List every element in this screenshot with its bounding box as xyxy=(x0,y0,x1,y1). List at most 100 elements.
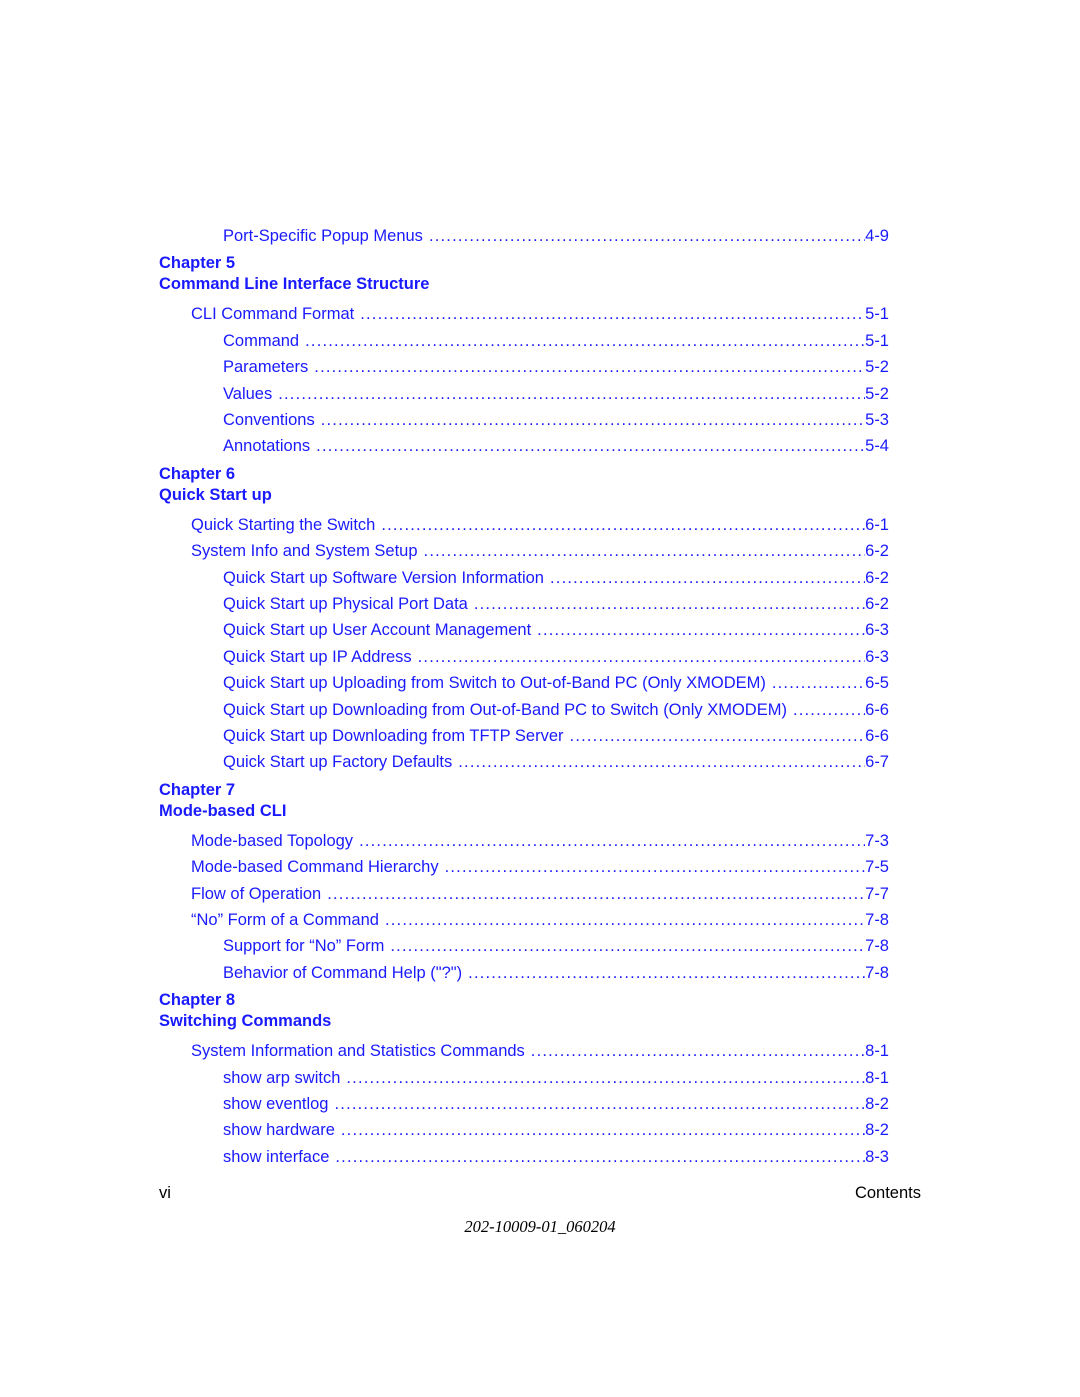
toc-entry[interactable]: Flow of Operation 7-7 xyxy=(191,883,889,905)
dot-leader xyxy=(537,619,865,641)
toc-entry-page: 5-1 xyxy=(865,331,889,350)
dot-leader xyxy=(531,1040,865,1062)
dot-leader xyxy=(321,409,865,431)
toc-entry-title: Port-Specific Popup Menus xyxy=(223,227,423,245)
toc-entry-page: 7-3 xyxy=(865,831,889,850)
chapter-label[interactable]: Chapter 7 xyxy=(159,780,235,801)
toc-entry-page: 6-3 xyxy=(865,621,889,640)
toc-entry[interactable]: System Info and System Setup 6-2 xyxy=(191,540,889,562)
toc-entry-title: Mode-based Topology xyxy=(191,831,354,850)
toc-entry[interactable]: Conventions 5-3 xyxy=(223,409,889,431)
toc-entry-page: 6-2 xyxy=(865,568,889,587)
dot-leader xyxy=(360,303,865,325)
toc-entry-title: show eventlog xyxy=(223,1095,329,1113)
chapter-heading[interactable]: Quick Start up xyxy=(159,485,272,506)
chapter-heading[interactable]: Switching Commands xyxy=(159,1011,331,1032)
dot-leader xyxy=(772,672,865,694)
toc-entry-title: Quick Starting the Switch xyxy=(191,515,376,534)
toc-entry[interactable]: Quick Start up Uploading from Switch to … xyxy=(223,672,889,694)
toc-entry-title: Quick Start up Physical Port Data xyxy=(223,595,468,613)
dot-leader xyxy=(346,1067,865,1089)
toc-entry[interactable]: Values 5-2 xyxy=(223,383,889,405)
toc-entry[interactable]: Support for “No” Form 7-8 xyxy=(223,935,889,957)
toc-entry[interactable]: show interface 8-3 xyxy=(223,1146,889,1168)
toc-entry[interactable]: Quick Starting the Switch 6-1 xyxy=(191,514,889,536)
toc-entry-page: 7-8 xyxy=(865,937,889,956)
dot-leader xyxy=(429,225,865,247)
toc-entry[interactable]: Quick Start up Downloading from Out-of-B… xyxy=(223,699,889,721)
toc-entry-title: Quick Start up Factory Defaults xyxy=(223,753,453,772)
toc-entry[interactable]: show arp switch 8-1 xyxy=(223,1067,889,1089)
toc-entry[interactable]: Port-Specific Popup Menus 4-9 xyxy=(223,225,889,247)
toc-entry-page: 7-7 xyxy=(865,884,889,903)
toc-entry-page: 7-8 xyxy=(865,911,889,929)
toc-entry-page: 8-1 xyxy=(865,1042,889,1061)
toc-entry-title: Conventions xyxy=(223,411,315,429)
toc-entry-title: Quick Start up IP Address xyxy=(223,647,412,666)
dot-leader xyxy=(390,935,865,957)
toc-entry-title: Mode-based Command Hierarchy xyxy=(191,858,439,877)
toc-entry-title: Quick Start up Uploading from Switch to … xyxy=(223,674,766,693)
toc-entry[interactable]: Quick Start up Software Version Informat… xyxy=(223,567,889,589)
dot-leader xyxy=(418,646,866,668)
toc-entry[interactable]: Quick Start up Factory Defaults 6-7 xyxy=(223,751,889,773)
toc-entry[interactable]: Quick Start up Physical Port Data 6-2 xyxy=(223,593,889,615)
dot-leader xyxy=(793,699,865,721)
page-number: vi xyxy=(159,1184,171,1202)
toc-entry-page: 8-1 xyxy=(865,1068,889,1087)
dot-leader xyxy=(316,435,865,457)
dot-leader xyxy=(341,1119,865,1141)
chapter-heading[interactable]: Mode-based CLI xyxy=(159,801,286,822)
toc-entry-title: “No” Form of a Command xyxy=(191,911,379,929)
toc-entry[interactable]: Quick Start up Downloading from TFTP Ser… xyxy=(223,725,889,747)
toc-entry-title: show hardware xyxy=(223,1121,335,1140)
toc-entry[interactable]: CLI Command Format 5-1 xyxy=(191,303,889,325)
toc-entry[interactable]: Mode-based Topology 7-3 xyxy=(191,830,889,852)
toc-entry-title: Flow of Operation xyxy=(191,884,322,903)
toc-entry-title: Values xyxy=(223,384,273,403)
toc-entry-page: 7-8 xyxy=(865,963,889,982)
dot-leader xyxy=(385,909,865,931)
toc-entry-title: Quick Start up Downloading from Out-of-B… xyxy=(223,700,787,719)
toc-entry-page: 6-3 xyxy=(865,647,889,666)
toc-entry[interactable]: Parameters 5-2 xyxy=(223,356,889,378)
toc-entry-page: 5-3 xyxy=(865,411,889,429)
document-id: 202-10009-01_060204 xyxy=(464,1217,616,1236)
chapter-label[interactable]: Chapter 5 xyxy=(159,253,235,274)
chapter-label[interactable]: Chapter 6 xyxy=(159,464,235,485)
toc-entry-page: 6-7 xyxy=(865,753,889,772)
toc-entry-title: show arp switch xyxy=(223,1068,341,1087)
toc-entry-page: 7-5 xyxy=(865,858,889,877)
toc-entry-page: 8-2 xyxy=(865,1095,889,1113)
dot-leader xyxy=(359,830,865,852)
toc-entry[interactable]: Quick Start up IP Address 6-3 xyxy=(223,646,889,668)
toc-entry-page: 6-5 xyxy=(865,674,889,693)
toc-entry-title: Annotations xyxy=(223,437,311,456)
toc-entry[interactable]: show hardware 8-2 xyxy=(223,1119,889,1141)
toc-entry[interactable]: Quick Start up User Account Management 6-… xyxy=(223,619,889,641)
toc-entry[interactable]: show eventlog 8-2 xyxy=(223,1093,889,1115)
toc-entry[interactable]: “No” Form of a Command 7-8 xyxy=(191,909,889,931)
toc-entry-title: Quick Start up Software Version Informat… xyxy=(223,568,544,587)
toc-entry[interactable]: System Information and Statistics Comman… xyxy=(191,1040,889,1062)
dot-leader xyxy=(327,883,865,905)
toc-entry-title: Quick Start up Downloading from TFTP Ser… xyxy=(223,727,564,745)
dot-leader xyxy=(278,383,865,405)
toc-entry-page: 5-1 xyxy=(865,305,889,324)
toc-entry-page: 5-4 xyxy=(865,437,889,456)
toc-entry-page: 5-2 xyxy=(865,384,889,403)
dot-leader xyxy=(381,514,865,536)
dot-leader xyxy=(550,567,865,589)
toc-entry-page: 4-9 xyxy=(865,227,889,245)
toc-entry-title: Parameters xyxy=(223,358,309,377)
footer-section-label: Contents xyxy=(854,1184,921,1202)
toc-entry-title: Behavior of Command Help ("?") xyxy=(223,963,463,982)
chapter-label[interactable]: Chapter 8 xyxy=(159,990,235,1011)
toc-entry[interactable]: Annotations 5-4 xyxy=(223,435,889,457)
toc-entry[interactable]: Behavior of Command Help ("?") 7-8 xyxy=(223,962,889,984)
toc-entry-title: Command xyxy=(223,331,300,350)
toc-entry-page: 5-2 xyxy=(865,358,889,377)
toc-entry[interactable]: Mode-based Command Hierarchy 7-5 xyxy=(191,856,889,878)
toc-entry[interactable]: Command 5-1 xyxy=(223,330,889,352)
chapter-heading[interactable]: Command Line Interface Structure xyxy=(159,274,429,295)
